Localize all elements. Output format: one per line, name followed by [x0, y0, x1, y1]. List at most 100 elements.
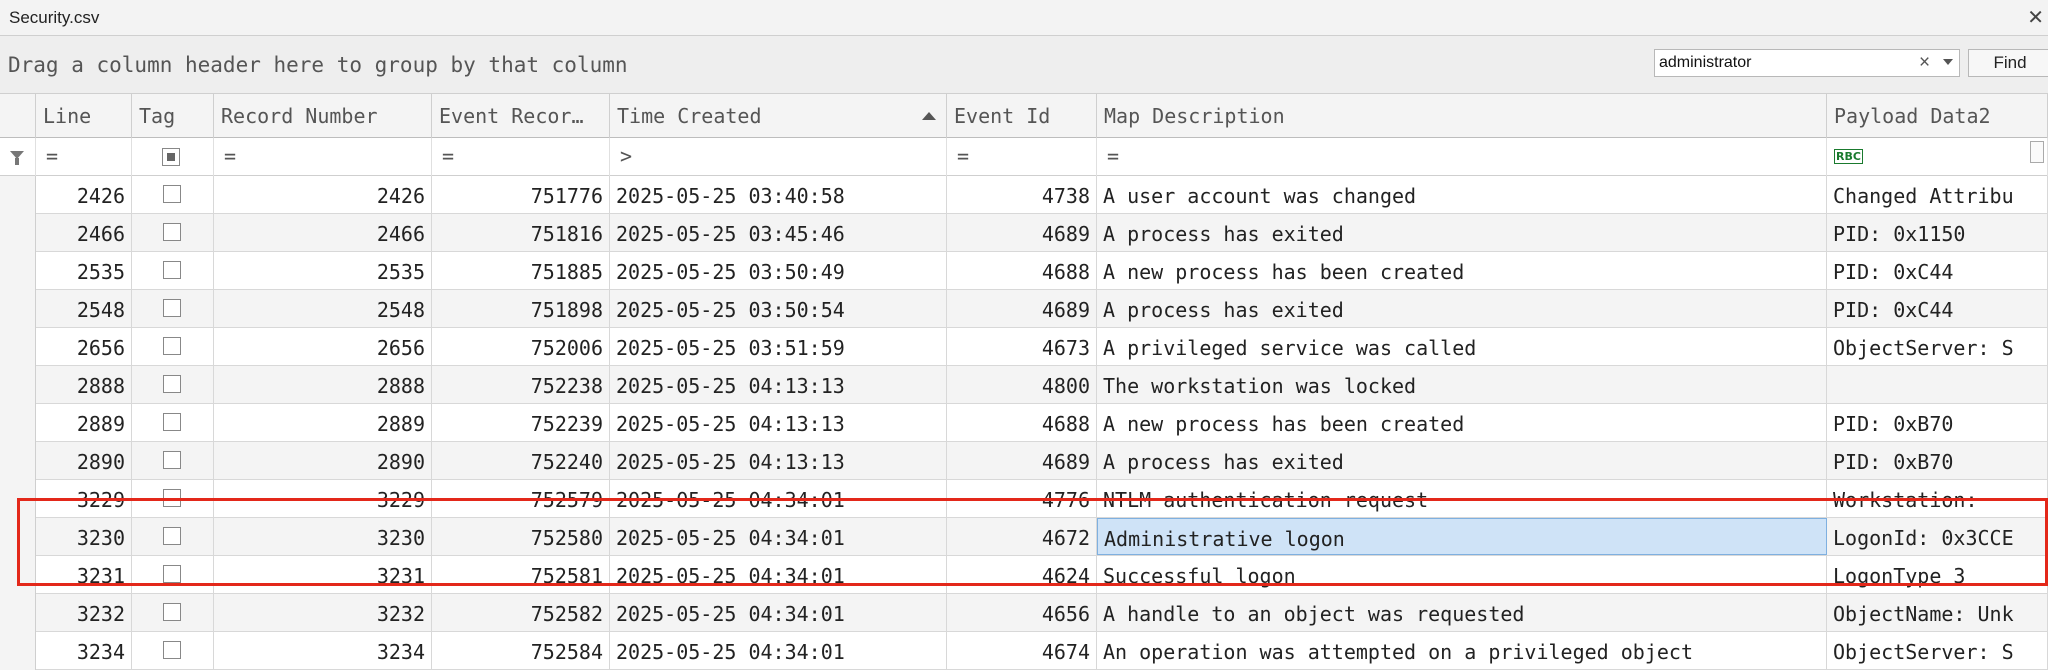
tag-checkbox[interactable]	[163, 565, 181, 583]
tag-checkbox[interactable]	[163, 451, 181, 469]
cell-map-description[interactable]: A user account was changed	[1097, 176, 1827, 213]
cell-time-created[interactable]: 2025-05-25 04:34:01	[610, 518, 947, 555]
tag-checkbox[interactable]	[163, 261, 181, 279]
cell-line[interactable]: 3232	[36, 594, 132, 631]
cell-event-record[interactable]: 752580	[432, 518, 610, 555]
cell-tag[interactable]	[132, 176, 214, 213]
cell-event-record[interactable]: 752581	[432, 556, 610, 593]
cell-payload-data2[interactable]: PID: 0xB70	[1827, 442, 2048, 479]
table-row[interactable]: 2889 2889 752239 2025-05-25 04:13:13 4688 A n…	[36, 404, 2048, 442]
filter-event-id[interactable]: =	[947, 138, 1097, 176]
cell-payload-data2[interactable]: ObjectName: Unk	[1827, 594, 2048, 631]
cell-event-record[interactable]: 752240	[432, 442, 610, 479]
cell-tag[interactable]	[132, 480, 214, 517]
cell-payload-data2[interactable]: ObjectServer: S	[1827, 632, 2048, 669]
cell-time-created[interactable]: 2025-05-25 04:34:01	[610, 556, 947, 593]
table-row[interactable]: 2888 2888 752238 2025-05-25 04:13:13 4800 The…	[36, 366, 2048, 404]
cell-record-number[interactable]: 2656	[214, 328, 432, 365]
column-header-map-description[interactable]: Map Description	[1097, 94, 1827, 138]
cell-event-id[interactable]: 4738	[947, 176, 1097, 213]
cell-tag[interactable]	[132, 404, 214, 441]
cell-event-id[interactable]: 4674	[947, 632, 1097, 669]
cell-map-description[interactable]: An operation was attempted on a privileg…	[1097, 632, 1827, 669]
cell-tag[interactable]	[132, 556, 214, 593]
tag-checkbox[interactable]	[163, 527, 181, 545]
cell-line[interactable]: 2426	[36, 176, 132, 213]
table-row[interactable]: 3234 3234 752584 2025-05-25 04:34:01 4674 An …	[36, 632, 2048, 670]
cell-time-created[interactable]: 2025-05-25 03:45:46	[610, 214, 947, 251]
tag-checkbox[interactable]	[163, 223, 181, 241]
cell-time-created[interactable]: 2025-05-25 04:13:13	[610, 404, 947, 441]
cell-record-number[interactable]: 2889	[214, 404, 432, 441]
cell-time-created[interactable]: 2025-05-25 04:34:01	[610, 594, 947, 631]
tag-checkbox[interactable]	[163, 641, 181, 659]
table-row[interactable]: 3232 3232 752582 2025-05-25 04:34:01 4656 A h…	[36, 594, 2048, 632]
cell-record-number[interactable]: 3232	[214, 594, 432, 631]
cell-time-created[interactable]: 2025-05-25 03:50:49	[610, 252, 947, 289]
cell-event-id[interactable]: 4688	[947, 252, 1097, 289]
cell-tag[interactable]	[132, 632, 214, 669]
filter-tag-checkbox[interactable]	[162, 148, 180, 166]
cell-map-description[interactable]: A new process has been created	[1097, 404, 1827, 441]
table-row[interactable]: 3231 3231 752581 2025-05-25 04:34:01 4624 Suc…	[36, 556, 2048, 594]
cell-payload-data2[interactable]: PID: 0x1150	[1827, 214, 2048, 251]
cell-tag[interactable]	[132, 214, 214, 251]
cell-payload-data2[interactable]: PID: 0xB70	[1827, 404, 2048, 441]
cell-event-record[interactable]: 752006	[432, 328, 610, 365]
cell-record-number[interactable]: 2890	[214, 442, 432, 479]
tag-checkbox[interactable]	[163, 375, 181, 393]
table-row[interactable]: 3230 3230 752580 2025-05-25 04:34:01 4672 Adm…	[36, 518, 2048, 556]
cell-line[interactable]: 2548	[36, 290, 132, 327]
cell-event-record[interactable]: 752238	[432, 366, 610, 403]
filter-time-created[interactable]: >	[610, 138, 947, 176]
table-row[interactable]: 2426 2426 751776 2025-05-25 03:40:58 4738 A u…	[36, 176, 2048, 214]
cell-event-record[interactable]: 752579	[432, 480, 610, 517]
table-row[interactable]: 2656 2656 752006 2025-05-25 03:51:59 4673 A p…	[36, 328, 2048, 366]
column-header-tag[interactable]: Tag	[132, 94, 214, 138]
cell-event-id[interactable]: 4656	[947, 594, 1097, 631]
cell-tag[interactable]	[132, 366, 214, 403]
cell-map-description[interactable]: Administrative logon	[1097, 518, 1827, 555]
find-input[interactable]	[1659, 52, 1909, 74]
tag-checkbox[interactable]	[163, 299, 181, 317]
cell-record-number[interactable]: 3229	[214, 480, 432, 517]
filter-line[interactable]: =	[36, 138, 132, 176]
cell-map-description[interactable]: A handle to an object was requested	[1097, 594, 1827, 631]
cell-map-description[interactable]: A process has exited	[1097, 290, 1827, 327]
cell-time-created[interactable]: 2025-05-25 04:13:13	[610, 442, 947, 479]
filter-map-description[interactable]: =	[1097, 138, 1827, 176]
clear-search-icon[interactable]: ×	[1919, 52, 1930, 74]
cell-line[interactable]: 3230	[36, 518, 132, 555]
table-row[interactable]: 2548 2548 751898 2025-05-25 03:50:54 4689 A p…	[36, 290, 2048, 328]
cell-tag[interactable]	[132, 252, 214, 289]
cell-map-description[interactable]: A process has exited	[1097, 442, 1827, 479]
tag-checkbox[interactable]	[163, 603, 181, 621]
find-button[interactable]: Find	[1968, 49, 2048, 77]
cell-event-record[interactable]: 752582	[432, 594, 610, 631]
filter-event-record[interactable]: =	[432, 138, 610, 176]
cell-map-description[interactable]: Successful logon	[1097, 556, 1827, 593]
cell-time-created[interactable]: 2025-05-25 03:50:54	[610, 290, 947, 327]
tag-checkbox[interactable]	[163, 337, 181, 355]
cell-record-number[interactable]: 3230	[214, 518, 432, 555]
cell-event-id[interactable]: 4673	[947, 328, 1097, 365]
cell-record-number[interactable]: 2548	[214, 290, 432, 327]
cell-line[interactable]: 3229	[36, 480, 132, 517]
cell-event-record[interactable]: 751816	[432, 214, 610, 251]
cell-tag[interactable]	[132, 328, 214, 365]
table-row[interactable]: 3229 3229 752579 2025-05-25 04:34:01 4776 NTL…	[36, 480, 2048, 518]
table-row[interactable]: 2466 2466 751816 2025-05-25 03:45:46 4689 A p…	[36, 214, 2048, 252]
cell-map-description[interactable]: A privileged service was called	[1097, 328, 1827, 365]
cell-record-number[interactable]: 3234	[214, 632, 432, 669]
cell-event-id[interactable]: 4672	[947, 518, 1097, 555]
cell-line[interactable]: 2888	[36, 366, 132, 403]
cell-line[interactable]: 2890	[36, 442, 132, 479]
cell-payload-data2[interactable]: Workstation:	[1827, 480, 2048, 517]
cell-line[interactable]: 2466	[36, 214, 132, 251]
cell-tag[interactable]	[132, 518, 214, 555]
cell-map-description[interactable]: A new process has been created	[1097, 252, 1827, 289]
cell-tag[interactable]	[132, 594, 214, 631]
filter-record-number[interactable]: =	[214, 138, 432, 176]
cell-line[interactable]: 2535	[36, 252, 132, 289]
tag-checkbox[interactable]	[163, 185, 181, 203]
